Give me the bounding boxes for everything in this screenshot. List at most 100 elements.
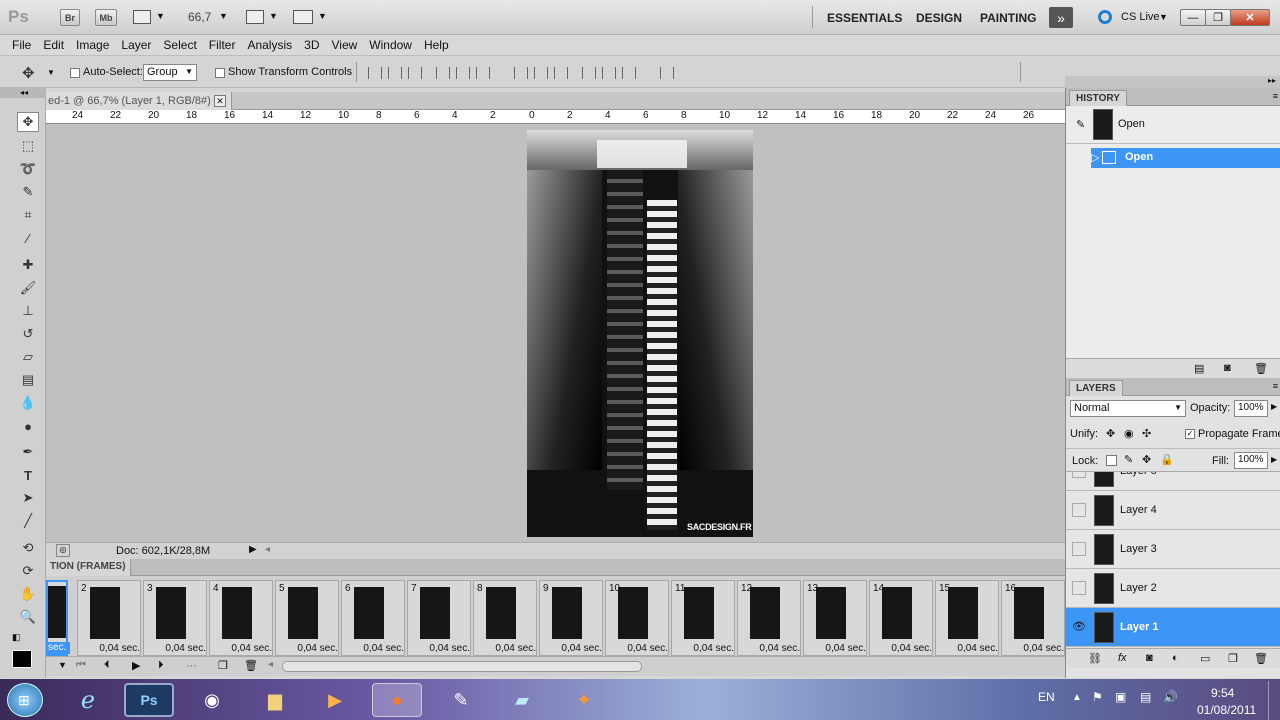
quick-selection-tool-icon[interactable]: ✎ — [17, 182, 39, 202]
next-frame-icon[interactable]: ⏵ — [158, 659, 164, 672]
fill-input[interactable]: 100% — [1234, 452, 1268, 469]
distribute-hcenter-icon[interactable] — [602, 67, 616, 79]
workspace-painting[interactable]: PAINTING — [980, 11, 1036, 25]
frames-scrollbar[interactable] — [282, 661, 642, 672]
hand-tool-icon[interactable]: ✋ — [17, 584, 39, 604]
healing-brush-tool-icon[interactable]: ✚ — [17, 255, 39, 275]
new-layer-icon[interactable]: ❐ — [1228, 652, 1238, 665]
new-group-icon[interactable]: ▭ — [1200, 652, 1210, 665]
move-tool-icon[interactable]: ✥ — [17, 112, 39, 132]
lock-position-icon[interactable]: ✥ — [1142, 453, 1151, 466]
lasso-tool-icon[interactable]: ➰ — [17, 159, 39, 179]
zoom-dropdown-icon[interactable]: ▼ — [219, 11, 228, 21]
panel-menu-icon[interactable]: ≡ — [1273, 91, 1278, 101]
lock-transparent-icon[interactable] — [1106, 455, 1117, 466]
layer-row[interactable]: Layer 5 — [1066, 472, 1280, 491]
animation-panel-tab[interactable]: TION (FRAMES) — [46, 559, 131, 576]
3d-rotate-tool-icon[interactable]: ⟲ — [17, 538, 39, 558]
menu-view[interactable]: View — [325, 38, 363, 52]
puzzle-app-icon[interactable]: ✦ — [559, 683, 609, 717]
eraser-app-icon[interactable]: ▰ — [497, 683, 547, 717]
photoshop-taskbar-icon[interactable]: Ps — [124, 683, 174, 717]
delete-state-icon[interactable]: 🗑 — [1254, 362, 1268, 375]
frame-delay[interactable]: 0,04 sec. — [674, 643, 734, 654]
internet-explorer-icon[interactable]: ℯ — [63, 683, 113, 717]
frame-5[interactable]: 5 0,04 sec. — [275, 580, 339, 656]
frame-10[interactable]: 10 0,04 sec. — [605, 580, 669, 656]
workspace-essentials[interactable]: ESSENTIALS — [827, 11, 902, 25]
new-document-from-state-icon[interactable]: ▤ — [1194, 362, 1204, 375]
first-frame-icon[interactable]: ⏮ — [76, 659, 86, 672]
layer-row[interactable]: Layer 3 — [1066, 530, 1280, 569]
unify-style-icon[interactable]: ✣ — [1142, 427, 1151, 440]
frame-4[interactable]: 4 0,04 sec. — [209, 580, 273, 656]
auto-select-dropdown[interactable]: Group ▼ — [143, 64, 197, 81]
crop-tool-icon[interactable]: ⌗ — [17, 205, 39, 225]
pen-tool-icon[interactable]: ✒ — [17, 442, 39, 462]
duplicate-frame-icon[interactable]: ❐ — [218, 659, 228, 672]
distribute-bottom-icon[interactable] — [554, 67, 568, 79]
menu-select[interactable]: Select — [157, 38, 202, 52]
workspace-design[interactable]: DESIGN — [916, 11, 962, 25]
clock-time[interactable]: 9:54 — [1211, 686, 1234, 700]
align-top-icon[interactable] — [368, 67, 382, 79]
frame-delay[interactable]: 0,04 sec. — [938, 643, 998, 654]
delete-frame-icon[interactable]: 🗑 — [244, 659, 258, 672]
explorer-folder-icon[interactable]: ▆ — [250, 683, 300, 717]
layers-tab[interactable]: LAYERS — [1069, 380, 1123, 396]
collapse-toolbox-icon[interactable]: ◂◂ — [0, 88, 46, 98]
distribute-left-icon[interactable] — [582, 67, 596, 79]
dodge-tool-icon[interactable]: ● — [17, 416, 39, 436]
layer-row[interactable]: Layer 2 — [1066, 569, 1280, 608]
frame-delay[interactable]: sec. — [48, 642, 70, 654]
line-tool-icon[interactable]: ╱ — [17, 511, 39, 531]
gradient-tool-icon[interactable]: ▤ — [17, 370, 39, 390]
auto-select-checkbox[interactable] — [70, 68, 80, 78]
menu-help[interactable]: Help — [418, 38, 455, 52]
show-desktop-button[interactable] — [1268, 681, 1280, 720]
eraser-tool-icon[interactable]: ▱ — [17, 347, 39, 367]
restore-button[interactable]: ❐ — [1205, 9, 1231, 26]
link-layers-icon[interactable]: ⛓ — [1088, 652, 1102, 665]
path-selection-tool-icon[interactable]: ➤ — [17, 488, 39, 508]
tween-icon[interactable]: ⋯ — [186, 659, 197, 672]
menu-analysis[interactable]: Analysis — [241, 38, 298, 52]
action-center-icon[interactable]: ⚑ — [1092, 690, 1103, 704]
delete-layer-icon[interactable]: 🗑 — [1254, 652, 1268, 665]
close-button[interactable]: ✕ — [1230, 9, 1270, 26]
scroll-left-icon[interactable]: ◂ — [265, 544, 270, 555]
unify-visibility-icon[interactable]: ◉ — [1124, 427, 1134, 440]
frame-7[interactable]: 7 0,04 sec. — [407, 580, 471, 656]
frame-6[interactable]: 6 0,04 sec. — [341, 580, 405, 656]
align-vcenter-icon[interactable] — [388, 67, 402, 79]
zoom-level[interactable]: 66,7 — [188, 10, 211, 24]
show-transform-checkbox[interactable] — [215, 68, 225, 78]
chevron-down-icon[interactable]: ▼ — [318, 11, 327, 21]
zoom-tool-icon[interactable]: 🔍 — [17, 607, 39, 627]
video-player-icon[interactable]: ▶ — [310, 683, 360, 717]
frame-delay[interactable]: 0,04 sec. — [872, 643, 932, 654]
menu-image[interactable]: Image — [70, 38, 115, 52]
close-document-icon[interactable]: ✕ — [214, 95, 226, 107]
history-brush-source-icon[interactable]: ✎ — [1076, 118, 1085, 131]
chevron-down-icon[interactable]: ▼ — [47, 68, 55, 77]
play-icon[interactable]: ▶ — [132, 659, 140, 672]
foreground-color-swatch[interactable] — [12, 650, 32, 668]
frame-delay[interactable]: 0,04 sec. — [806, 643, 866, 654]
tool-app-icon[interactable]: ✎ — [436, 683, 486, 717]
frame-delay[interactable]: 0,04 sec. — [740, 643, 800, 654]
visibility-toggle[interactable] — [1072, 581, 1086, 595]
blend-mode-dropdown[interactable]: Normal ▼ — [1070, 400, 1186, 417]
history-brush-tool-icon[interactable]: ↺ — [17, 324, 39, 344]
align-left-icon[interactable] — [436, 67, 450, 79]
frame-2[interactable]: 2 0,04 sec. — [77, 580, 141, 656]
frame-3[interactable]: 3 0,04 sec. — [143, 580, 207, 656]
frame-11[interactable]: 11 0,04 sec. — [671, 580, 735, 656]
bridge-button[interactable]: Br — [60, 9, 80, 26]
arrange-documents-icon[interactable] — [246, 10, 264, 24]
chevron-down-icon[interactable]: ▼ — [156, 11, 165, 21]
frame-1[interactable]: sec. — [46, 580, 70, 656]
frame-8[interactable]: 8 0,04 sec. — [473, 580, 537, 656]
layer-row[interactable]: Layer 4 — [1066, 491, 1280, 530]
history-state-selected[interactable]: ▷ Open — [1091, 148, 1280, 168]
